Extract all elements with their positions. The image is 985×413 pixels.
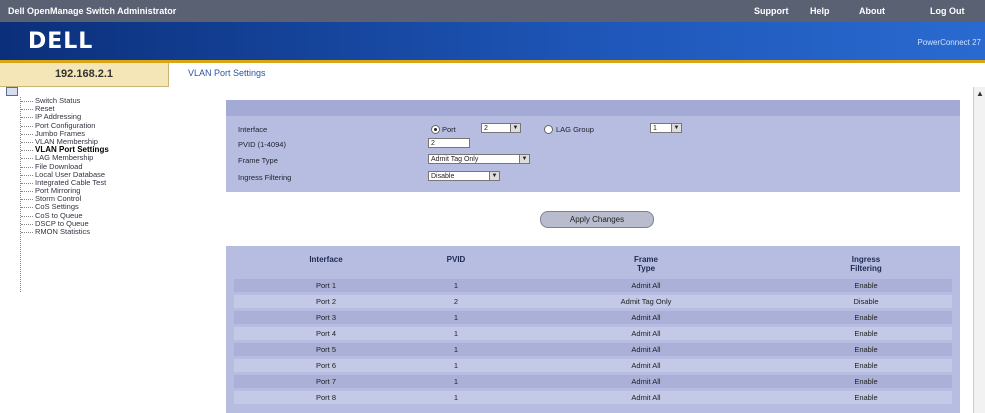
cell-interface: Port 5 — [315, 345, 336, 354]
cell-pvid: 1 — [453, 361, 459, 370]
lag-radio-label: LAG Group — [556, 125, 594, 134]
header-pvid: PVID — [446, 255, 466, 264]
pvid-label: PVID (1-4094) — [238, 140, 286, 149]
cell-interface: Port 8 — [315, 393, 336, 402]
table-row: Port 2 2 Admit Tag Only Disable — [234, 295, 952, 308]
table-row: Port 1 1 Admit All Enable — [234, 279, 952, 292]
chevron-down-icon: ▼ — [671, 124, 681, 132]
header-interface: Interface — [309, 255, 343, 264]
cell-pvid: 1 — [453, 329, 459, 338]
cell-interface: Port 2 — [315, 297, 336, 306]
cell-frame-type: Admit All — [631, 281, 661, 290]
table-row: Port 5 1 Admit All Enable — [234, 343, 952, 356]
cell-pvid: 1 — [453, 345, 459, 354]
chevron-down-icon: ▼ — [519, 155, 529, 163]
sidebar: Switch Status Reset IP Addressing Port Conf… — [0, 87, 200, 413]
device-name: PowerConnect 27 — [917, 38, 981, 47]
table-row: Port 4 1 Admit All Enable — [234, 327, 952, 340]
header-ingress-filtering: Ingress Filtering — [850, 255, 882, 273]
about-link[interactable]: About — [859, 6, 885, 16]
page-title: VLAN Port Settings — [188, 68, 266, 78]
table-row: Port 3 1 Admit All Enable — [234, 311, 952, 324]
interface-label: Interface — [238, 125, 268, 134]
lag-radio[interactable] — [544, 125, 553, 134]
cell-interface: Port 7 — [315, 377, 336, 386]
cell-frame-type: Admit All — [631, 313, 661, 322]
cell-pvid: 1 — [453, 313, 459, 322]
cell-ingress-filtering: Enable — [854, 329, 878, 338]
cell-frame-type: Admit All — [631, 377, 661, 386]
help-link[interactable]: Help — [810, 6, 830, 16]
settings-form: Interface Port 2 ▼ LAG Group 1 ▼ PVID (1-4… — [226, 100, 960, 192]
header-frame-type: Frame Type — [633, 255, 658, 273]
table-row: Port 8 1 Admit All Enable — [234, 391, 952, 404]
cell-frame-type: Admit All — [631, 345, 661, 354]
port-radio[interactable] — [431, 125, 440, 134]
cell-ingress-filtering: Enable — [854, 313, 878, 322]
cell-ingress-filtering: Enable — [854, 345, 878, 354]
sidebar-item[interactable]: RMON Statistics — [21, 227, 109, 236]
cell-interface: Port 4 — [315, 329, 336, 338]
vlan-port-table: Interface PVID Frame Type Ingress Filter… — [226, 246, 960, 413]
dell-logo: DELL — [28, 29, 94, 54]
ingress-filtering-select[interactable]: Disable ▼ — [428, 171, 500, 181]
scrollbar[interactable]: ▲ — [973, 87, 985, 413]
sidebar-tree: Switch Status Reset IP Addressing Port Conf… — [20, 96, 109, 292]
cell-ingress-filtering: Enable — [854, 393, 878, 402]
top-bar: Dell OpenManage Switch Administrator Sup… — [0, 0, 985, 22]
frame-type-select[interactable]: Admit Tag Only ▼ — [428, 154, 530, 164]
cell-frame-type: Admit All — [631, 393, 661, 402]
cell-interface: Port 1 — [315, 281, 336, 290]
table-row: Port 7 1 Admit All Enable — [234, 375, 952, 388]
cell-ingress-filtering: Enable — [854, 361, 878, 370]
apply-changes-button[interactable]: Apply Changes — [540, 211, 654, 228]
form-header — [226, 100, 960, 116]
lag-select[interactable]: 1 ▼ — [650, 123, 682, 133]
support-link[interactable]: Support — [754, 6, 789, 16]
tree-root-icon[interactable] — [6, 87, 18, 96]
ip-address-box: 192.168.2.1 — [0, 63, 169, 87]
scroll-up-icon[interactable]: ▲ — [976, 89, 984, 98]
port-radio-label: Port — [442, 125, 456, 134]
table-row: Port 6 1 Admit All Enable — [234, 359, 952, 372]
cell-ingress-filtering: Disable — [853, 297, 879, 306]
ip-address: 192.168.2.1 — [54, 68, 114, 80]
cell-ingress-filtering: Enable — [854, 281, 878, 290]
cell-frame-type: Admit All — [631, 329, 661, 338]
cell-ingress-filtering: Enable — [854, 377, 878, 386]
ingress-filtering-label: Ingress Filtering — [238, 173, 292, 182]
cell-pvid: 1 — [453, 393, 459, 402]
port-select[interactable]: 2 ▼ — [481, 123, 521, 133]
app-title: Dell OpenManage Switch Administrator — [8, 6, 177, 16]
frame-type-label: Frame Type — [238, 156, 278, 165]
cell-interface: Port 3 — [315, 313, 336, 322]
logo-bar: DELL PowerConnect 27 — [0, 22, 985, 60]
cell-interface: Port 6 — [315, 361, 336, 370]
cell-frame-type: Admit Tag Only — [620, 297, 672, 306]
chevron-down-icon: ▼ — [489, 172, 499, 180]
logout-link[interactable]: Log Out — [930, 6, 965, 16]
cell-pvid: 2 — [453, 297, 459, 306]
chevron-down-icon: ▼ — [510, 124, 520, 132]
pvid-input[interactable]: 2 — [428, 138, 470, 148]
cell-frame-type: Admit All — [631, 361, 661, 370]
cell-pvid: 1 — [453, 377, 459, 386]
cell-pvid: 1 — [453, 281, 459, 290]
